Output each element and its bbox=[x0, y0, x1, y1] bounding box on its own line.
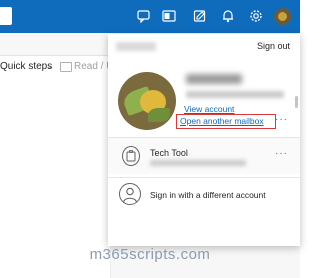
more-options-icon[interactable]: ··· bbox=[275, 114, 288, 125]
watermark: m365scripts.com bbox=[89, 246, 211, 263]
compose-icon[interactable] bbox=[193, 9, 207, 23]
badge-icon bbox=[122, 146, 140, 166]
outlook-app-icon[interactable] bbox=[162, 9, 176, 23]
account-email bbox=[186, 91, 284, 98]
quick-steps-button[interactable]: Quick steps bbox=[0, 61, 52, 72]
gear-icon[interactable] bbox=[249, 9, 263, 23]
chat-icon[interactable] bbox=[137, 9, 151, 23]
account-email-secondary bbox=[150, 160, 246, 166]
envelope-icon bbox=[60, 62, 72, 72]
chevron-down-icon[interactable]: ⌄ bbox=[46, 62, 53, 71]
organization-name bbox=[116, 42, 156, 51]
sign-in-different-account-link[interactable]: Sign in with a different account bbox=[150, 190, 266, 200]
person-add-icon bbox=[119, 183, 141, 205]
open-another-mailbox-highlight: Open another mailbox bbox=[176, 114, 276, 129]
account-name: Tech Tool bbox=[150, 148, 188, 158]
open-another-mailbox-link[interactable]: Open another mailbox bbox=[180, 116, 264, 126]
avatar[interactable] bbox=[274, 8, 291, 25]
search-box[interactable] bbox=[0, 7, 12, 25]
more-options-icon[interactable]: ··· bbox=[275, 148, 288, 159]
account-display-name bbox=[186, 74, 242, 84]
sign-out-link[interactable]: Sign out bbox=[257, 41, 290, 51]
scrollbar[interactable] bbox=[295, 96, 298, 108]
view-account-link[interactable]: View account bbox=[184, 104, 234, 114]
divider bbox=[108, 177, 300, 178]
bell-icon[interactable] bbox=[221, 9, 235, 23]
profile-picture[interactable] bbox=[118, 72, 176, 130]
top-bar bbox=[0, 0, 300, 33]
account-manager-panel: Sign out View account Open another mailb… bbox=[108, 34, 300, 246]
